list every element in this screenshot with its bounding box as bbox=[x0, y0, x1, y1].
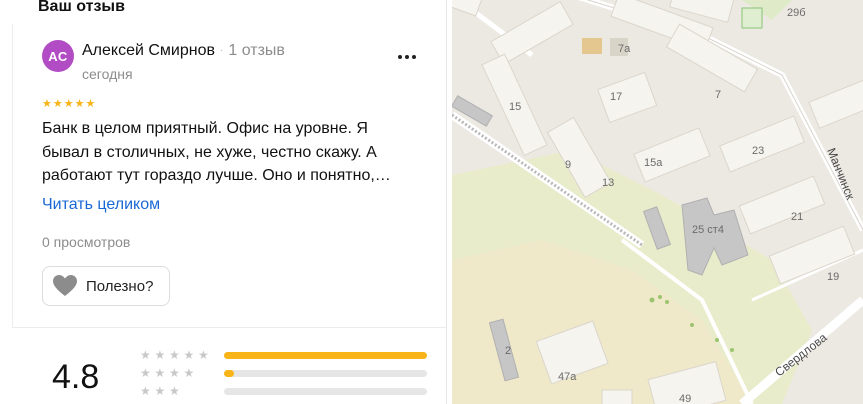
map-label: 15 bbox=[509, 101, 521, 113]
rating-distribution-row: ★ ★ ★ ★ ★ bbox=[140, 348, 427, 362]
map-label: 2 bbox=[505, 345, 511, 357]
sports-field bbox=[741, 7, 763, 29]
review-panel: Ваш отзыв АС Алексей Смирнов · 1 отзыв сег… bbox=[0, 0, 452, 404]
map-label: 13 bbox=[602, 177, 614, 189]
rating-value: 4.8 bbox=[52, 358, 100, 396]
star-icon: ★ bbox=[140, 366, 151, 380]
more-options-button[interactable] bbox=[392, 44, 422, 70]
useful-button[interactable]: Полезно? bbox=[42, 266, 170, 306]
map-label: 49 bbox=[679, 393, 691, 404]
star-icon: ★ bbox=[154, 366, 166, 380]
map-label: 25 ст4 bbox=[692, 224, 724, 236]
map-label: 23 bbox=[752, 145, 764, 157]
more-dot bbox=[405, 55, 409, 59]
rating-bar-fill bbox=[224, 352, 427, 359]
map-label: 7а bbox=[618, 43, 631, 55]
rating-bar-track bbox=[224, 370, 427, 377]
building-yellow bbox=[582, 38, 602, 54]
divider bbox=[12, 327, 446, 328]
read-more-link[interactable]: Читать целиком bbox=[42, 196, 160, 214]
more-dot bbox=[412, 55, 416, 59]
review-text-line: работают тут гораздо лучше. Оно и понятн… bbox=[42, 167, 391, 184]
map-label: 7 bbox=[715, 89, 721, 101]
rating-row-stars: ★ ★ ★ bbox=[140, 385, 218, 397]
useful-label: Полезно? bbox=[86, 277, 154, 295]
author-review-count: 1 отзыв bbox=[228, 42, 285, 59]
star-icon: ★ bbox=[63, 98, 74, 110]
star-icon: ★ bbox=[154, 348, 166, 362]
star-icon: ★ bbox=[140, 348, 151, 362]
star-icon: ★ bbox=[74, 98, 85, 110]
rating-row-stars: ★ ★ ★ ★ ★ bbox=[140, 349, 218, 361]
avatar[interactable]: АС bbox=[42, 40, 74, 72]
star-icon: ★ bbox=[183, 348, 195, 362]
review-text: Банк в целом приятный. Офис на уровне. Я… bbox=[42, 117, 434, 188]
rating-bar-track bbox=[224, 388, 427, 395]
more-dots-icon bbox=[398, 55, 402, 59]
map-label: 17 bbox=[610, 91, 622, 103]
star-icon: ★ bbox=[154, 384, 166, 398]
map-label: 29б bbox=[787, 7, 806, 19]
section-title: Ваш отзыв bbox=[38, 0, 125, 15]
rating-row-stars: ★ ★ ★ ★ bbox=[140, 367, 218, 379]
map-label: 21 bbox=[791, 211, 803, 223]
star-icon: ★ bbox=[85, 98, 96, 110]
map-label: 15а bbox=[644, 157, 663, 169]
author-line: Алексей Смирнов · 1 отзыв bbox=[82, 42, 285, 60]
map-view[interactable]: 29б7а1517 791315а2325 ст42119247а49Манчин… bbox=[452, 0, 863, 404]
views-count: 0 просмотров bbox=[42, 234, 131, 250]
author-name[interactable]: Алексей Смирнов bbox=[82, 42, 215, 59]
star-icon: ★ bbox=[198, 348, 209, 362]
star-icon: ★ bbox=[169, 366, 180, 380]
panel-divider bbox=[446, 0, 447, 404]
author-separator: · bbox=[220, 45, 224, 57]
heart-icon bbox=[53, 275, 77, 296]
star-icon: ★ bbox=[169, 348, 180, 362]
star-icon: ★ bbox=[42, 98, 52, 110]
rating-distribution-row: ★ ★ ★ ★ bbox=[140, 366, 427, 380]
star-icon: ★ bbox=[140, 384, 151, 398]
review-date: сегодня bbox=[82, 66, 133, 82]
review-text-line: бывал в столичных, не хуже, честно скажу… bbox=[42, 143, 377, 161]
map-label: 9 bbox=[565, 159, 571, 171]
star-icon: ★ bbox=[52, 98, 63, 110]
review-stars: ★ ★ ★ ★ ★ bbox=[42, 99, 96, 110]
star-icon: ★ bbox=[169, 384, 180, 398]
star-icon: ★ bbox=[183, 366, 195, 380]
rating-distribution-row: ★ ★ ★ bbox=[140, 384, 427, 398]
review-text-line: Банк в целом приятный. Офис на уровне. Я bbox=[42, 120, 368, 137]
map-label: 19 bbox=[827, 271, 839, 283]
map-label: 47а bbox=[558, 371, 577, 383]
rating-bar-track bbox=[224, 352, 427, 359]
rating-bar-fill bbox=[224, 370, 235, 377]
